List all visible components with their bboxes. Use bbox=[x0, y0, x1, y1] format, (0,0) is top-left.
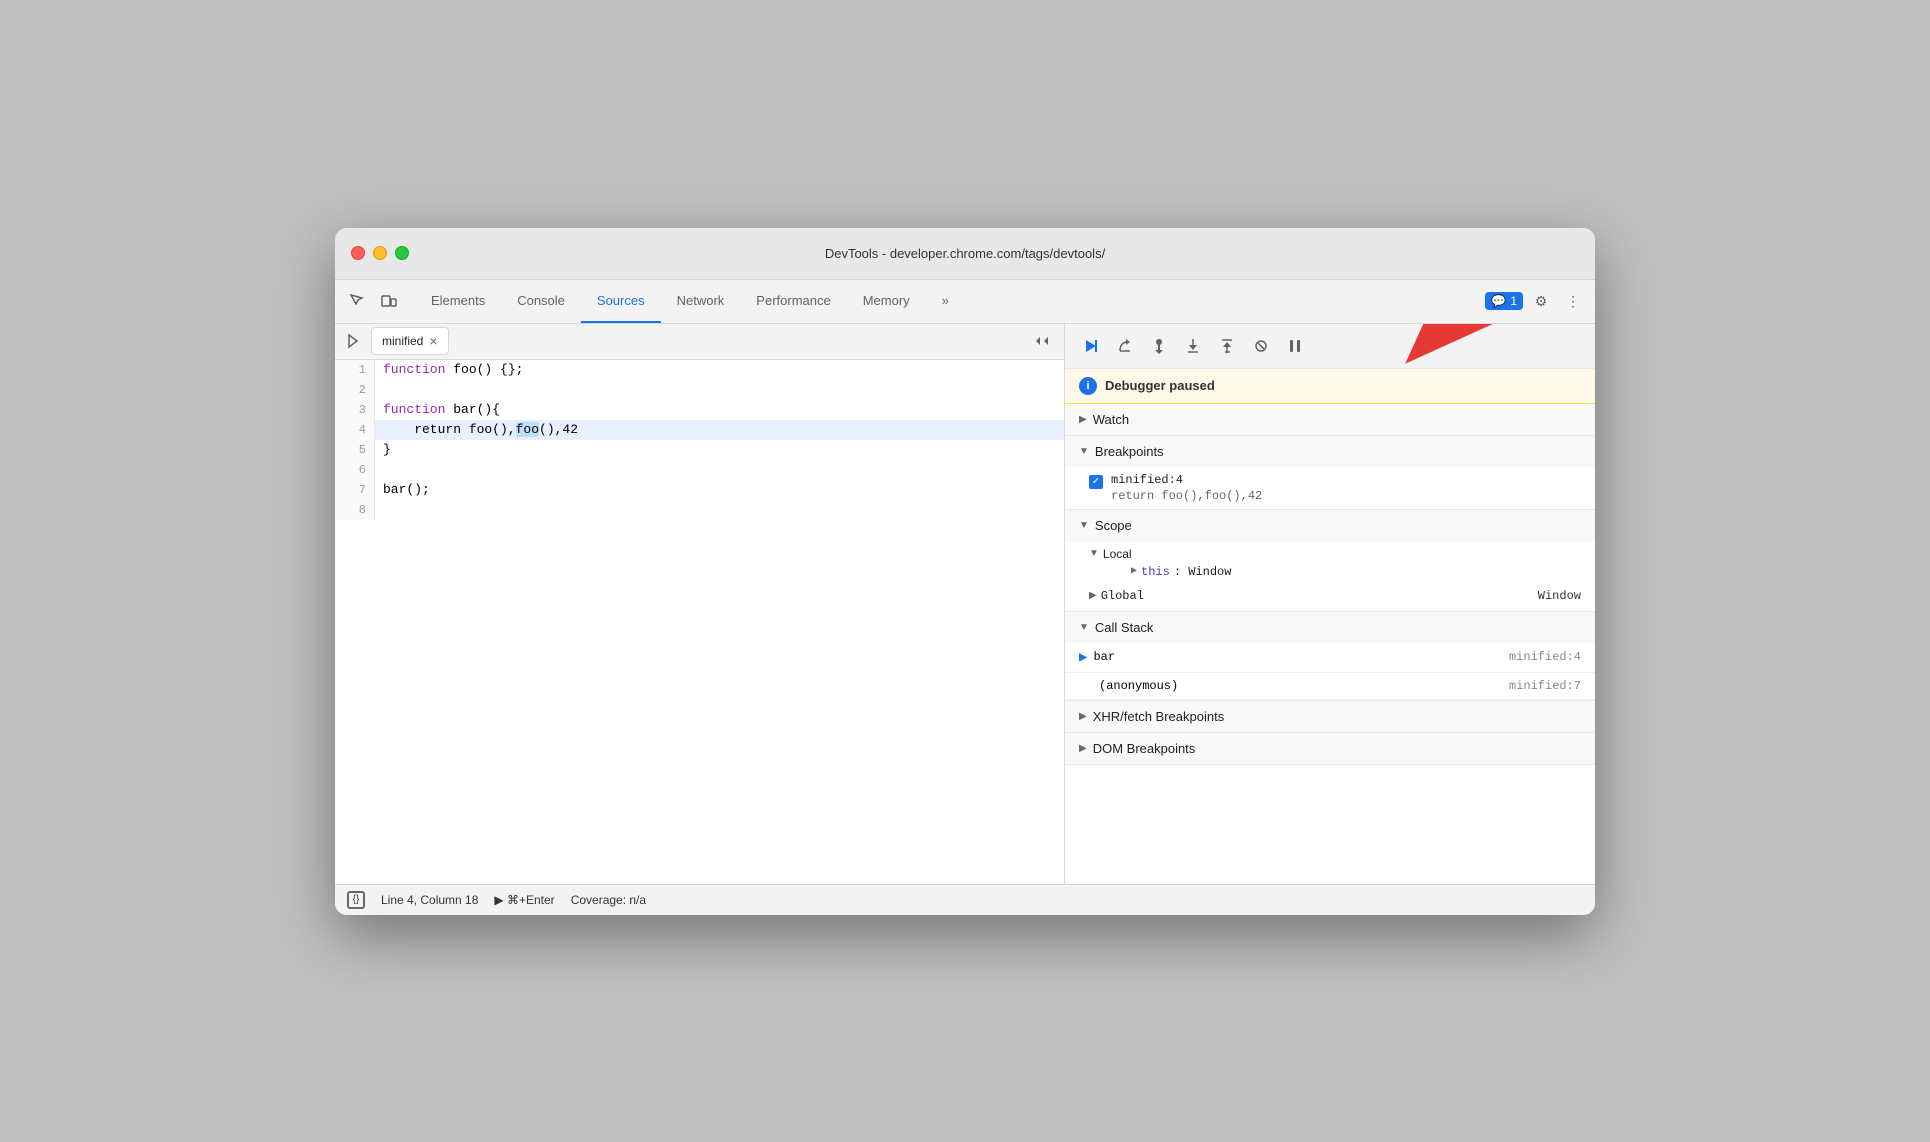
code-lines: 1 function foo() {}; 2 3 function bar(){ bbox=[335, 360, 1064, 520]
file-tabs: minified × bbox=[335, 324, 1064, 360]
titlebar: DevTools - developer.chrome.com/tags/dev… bbox=[335, 228, 1595, 280]
file-tab-minified[interactable]: minified × bbox=[371, 327, 449, 355]
maximize-button[interactable] bbox=[395, 246, 409, 260]
breakpoints-section: ▼ Breakpoints ✓ minified:4 return foo(),… bbox=[1065, 436, 1595, 510]
code-line-8: 8 bbox=[335, 500, 1064, 520]
callstack-content: ▶ bar minified:4 (anonymous) minified:7 bbox=[1065, 643, 1595, 700]
tab-more[interactable]: » bbox=[926, 279, 965, 323]
pause-on-exceptions-button[interactable] bbox=[1281, 332, 1309, 360]
step-button[interactable] bbox=[1145, 332, 1173, 360]
code-line-7: 7 bar(); bbox=[335, 480, 1064, 500]
callstack-frame-bar[interactable]: ▶ bar minified:4 bbox=[1065, 643, 1595, 673]
xhr-breakpoints-header[interactable]: ▶ XHR/fetch Breakpoints bbox=[1065, 701, 1595, 732]
info-icon: i bbox=[1079, 377, 1097, 395]
xhr-breakpoints-section: ▶ XHR/fetch Breakpoints bbox=[1065, 701, 1595, 733]
format-icon[interactable] bbox=[1028, 327, 1056, 355]
more-options-icon[interactable]: ⋮ bbox=[1559, 287, 1587, 315]
step-out-button[interactable] bbox=[1213, 332, 1241, 360]
local-scope-header[interactable]: ▼ Local bbox=[1089, 545, 1581, 563]
code-editor[interactable]: 1 function foo() {}; 2 3 function bar(){ bbox=[335, 360, 1064, 884]
devtools-body: minified × bbox=[335, 324, 1595, 884]
left-panel: minified × bbox=[335, 324, 1065, 884]
status-bar: {} Line 4, Column 18 ▶ ⌘+Enter Coverage:… bbox=[335, 884, 1595, 915]
minimize-button[interactable] bbox=[373, 246, 387, 260]
nav-tabs: Elements Console Sources Network Perform… bbox=[415, 280, 1485, 323]
deactivate-breakpoints-button[interactable] bbox=[1247, 332, 1275, 360]
code-line-1: 1 function foo() {}; bbox=[335, 360, 1064, 380]
global-scope-row: ▶ Global Window bbox=[1065, 585, 1595, 607]
pretty-print-icon[interactable]: {} bbox=[347, 891, 365, 909]
callstack-section-header[interactable]: ▼ Call Stack bbox=[1065, 612, 1595, 643]
breakpoint-item-1: ✓ minified:4 return foo(),foo(),42 bbox=[1065, 467, 1595, 509]
tab-console[interactable]: Console bbox=[501, 279, 581, 323]
navigator-icon[interactable] bbox=[339, 327, 367, 355]
code-line-2: 2 bbox=[335, 380, 1064, 400]
debug-toolbar-wrapper bbox=[1065, 324, 1595, 369]
this-property: ▶ this : Window bbox=[1089, 563, 1581, 581]
window-title: DevTools - developer.chrome.com/tags/dev… bbox=[825, 246, 1105, 261]
tab-network[interactable]: Network bbox=[661, 279, 741, 323]
devtools-container: Elements Console Sources Network Perform… bbox=[335, 280, 1595, 915]
messages-badge[interactable]: 💬 1 bbox=[1485, 292, 1523, 310]
step-into-button[interactable] bbox=[1179, 332, 1207, 360]
scope-section-header[interactable]: ▼ Scope bbox=[1065, 510, 1595, 541]
devtools-window: DevTools - developer.chrome.com/tags/dev… bbox=[335, 228, 1595, 915]
tab-sources[interactable]: Sources bbox=[581, 279, 661, 323]
breakpoints-content: ✓ minified:4 return foo(),foo(),42 bbox=[1065, 467, 1595, 509]
debugger-paused-banner: i Debugger paused bbox=[1065, 369, 1595, 404]
code-line-4: 4 return foo(),foo(),42 bbox=[335, 420, 1064, 440]
resume-button[interactable] bbox=[1077, 332, 1105, 360]
code-line-6: 6 bbox=[335, 460, 1064, 480]
scope-section: ▼ Scope ▼ Local ▶ this bbox=[1065, 510, 1595, 612]
close-button[interactable] bbox=[351, 246, 365, 260]
devtools-toolbar: Elements Console Sources Network Perform… bbox=[335, 280, 1595, 324]
scope-content: ▼ Local ▶ this : Window bbox=[1065, 541, 1595, 611]
code-line-5: 5 } bbox=[335, 440, 1064, 460]
tab-elements[interactable]: Elements bbox=[415, 279, 501, 323]
traffic-lights bbox=[351, 246, 409, 260]
breakpoints-section-header[interactable]: ▼ Breakpoints bbox=[1065, 436, 1595, 467]
debug-toolbar bbox=[1065, 324, 1595, 369]
tab-performance[interactable]: Performance bbox=[740, 279, 846, 323]
right-panel: i Debugger paused ▶ Watch ▼ Breakpoints bbox=[1065, 324, 1595, 884]
dom-breakpoints-header[interactable]: ▶ DOM Breakpoints bbox=[1065, 733, 1595, 764]
file-tab-close[interactable]: × bbox=[429, 333, 437, 349]
toolbar-right: 💬 1 ⚙ ⋮ bbox=[1485, 287, 1587, 315]
callstack-section: ▼ Call Stack ▶ bar minified:4 bbox=[1065, 612, 1595, 701]
code-line-3: 3 function bar(){ bbox=[335, 400, 1064, 420]
local-scope: ▼ Local ▶ this : Window bbox=[1065, 541, 1595, 585]
callstack-frame-anonymous[interactable]: (anonymous) minified:7 bbox=[1065, 673, 1595, 700]
toolbar-icons-left bbox=[343, 287, 403, 315]
settings-icon[interactable]: ⚙ bbox=[1527, 287, 1555, 315]
inspect-element-icon[interactable] bbox=[343, 287, 371, 315]
device-toolbar-icon[interactable] bbox=[375, 287, 403, 315]
tab-memory[interactable]: Memory bbox=[847, 279, 926, 323]
step-over-button[interactable] bbox=[1111, 332, 1139, 360]
breakpoint-checkbox[interactable]: ✓ bbox=[1089, 475, 1103, 489]
watch-section: ▶ Watch bbox=[1065, 404, 1595, 436]
dom-breakpoints-section: ▶ DOM Breakpoints bbox=[1065, 733, 1595, 765]
watch-section-header[interactable]: ▶ Watch bbox=[1065, 404, 1595, 435]
